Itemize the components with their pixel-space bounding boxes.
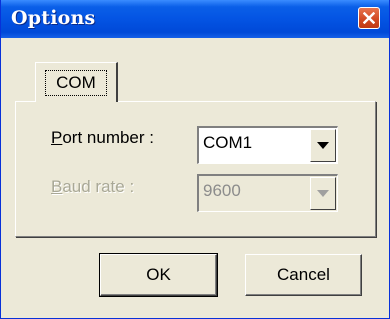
- port-number-value: COM1: [203, 133, 253, 152]
- port-number-dropdown-button[interactable]: [310, 129, 336, 162]
- chevron-down-icon: [317, 190, 329, 197]
- ok-button[interactable]: OK: [99, 253, 218, 297]
- baud-rate-select[interactable]: 9600: [197, 174, 338, 212]
- baud-rate-dropdown-button[interactable]: [310, 177, 336, 210]
- port-number-label-text: ort number :: [62, 128, 154, 147]
- tab-com-label: COM: [45, 70, 107, 96]
- options-dialog: Options COM Port number : COM1 Baud rate…: [0, 0, 390, 319]
- window-title: Options: [11, 7, 96, 29]
- close-button[interactable]: [358, 7, 380, 29]
- chevron-down-icon: [317, 142, 329, 149]
- port-number-select[interactable]: COM1: [197, 126, 338, 164]
- baud-rate-label-text: aud rate :: [62, 177, 135, 196]
- baud-rate-accel: B: [51, 177, 63, 196]
- close-icon: [363, 12, 375, 24]
- port-number-label: Port number :: [51, 128, 154, 148]
- tab-panel: [15, 101, 376, 237]
- title-bar[interactable]: Options: [1, 0, 389, 38]
- tab-com[interactable]: COM: [35, 62, 118, 102]
- port-number-accel: P: [51, 128, 63, 147]
- baud-rate-label: Baud rate :: [51, 177, 134, 197]
- baud-rate-value: 9600: [203, 181, 241, 200]
- cancel-button[interactable]: Cancel: [245, 254, 362, 296]
